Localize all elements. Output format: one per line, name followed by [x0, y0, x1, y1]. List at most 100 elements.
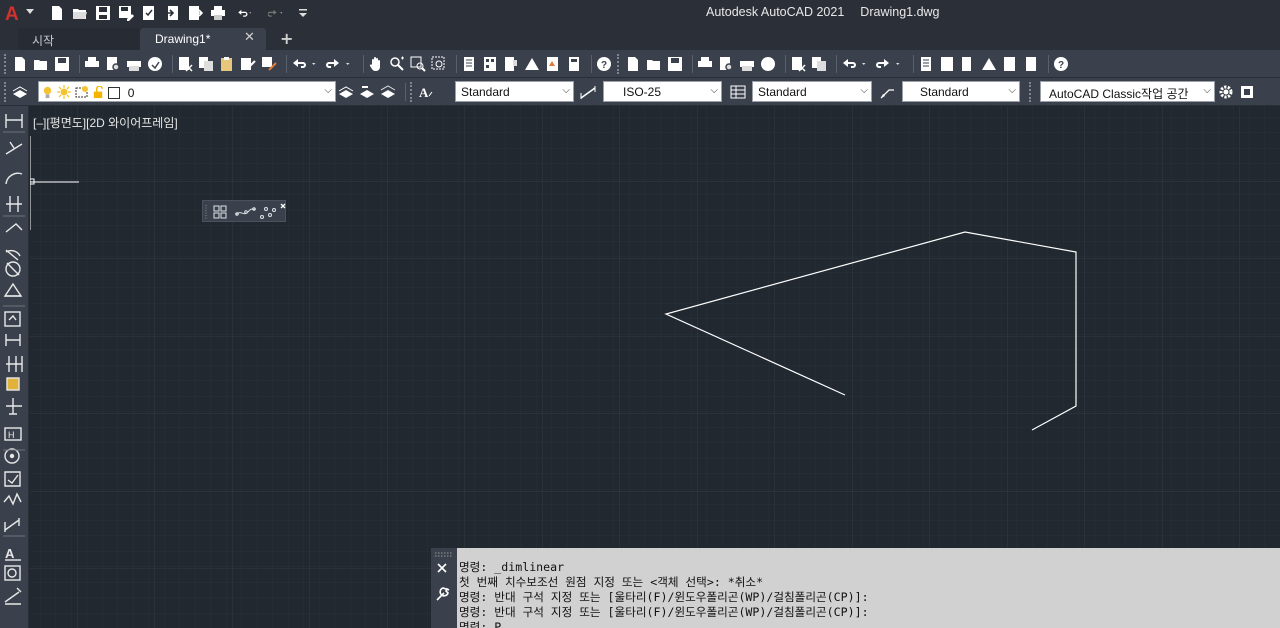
qnew-icon[interactable]	[625, 56, 641, 72]
close-tab-icon[interactable]: ✕	[244, 30, 255, 45]
close-command-line-icon[interactable]	[437, 563, 447, 573]
calculator-icon[interactable]	[566, 56, 582, 72]
plot-preview-icon[interactable]	[718, 56, 734, 72]
layer-state-icon[interactable]	[380, 84, 396, 100]
layer-unlock-icon[interactable]	[92, 85, 105, 99]
block-editor-icon[interactable]	[261, 56, 277, 72]
pan-icon[interactable]	[368, 56, 384, 72]
toolbar-grip-icon[interactable]	[4, 82, 8, 102]
toolbar-grip-icon[interactable]	[1029, 82, 1033, 102]
markup-icon[interactable]	[545, 56, 561, 72]
workspace-dropdown[interactable]: AutoCAD Classic작업 공간 ⌵	[1040, 81, 1215, 102]
calculator-icon[interactable]	[1023, 56, 1039, 72]
redo-icon[interactable]	[263, 4, 289, 22]
redo-dropdown-icon[interactable]	[346, 56, 354, 72]
new-tab-icon[interactable]: +	[280, 29, 293, 48]
text-style-value: Standard	[461, 85, 510, 99]
table-style-dropdown[interactable]: Standard ⌵	[752, 81, 872, 102]
save-file-icon[interactable]	[54, 56, 70, 72]
help-icon[interactable]: ?	[596, 56, 612, 72]
new-icon[interactable]	[48, 4, 66, 22]
tool-palettes-icon[interactable]	[960, 56, 976, 72]
sheet-set-icon[interactable]	[981, 56, 997, 72]
text-style-icon[interactable]: A	[418, 84, 434, 100]
tool-palettes-icon[interactable]	[503, 56, 519, 72]
clean-screen-icon[interactable]	[1239, 84, 1255, 100]
autocad-logo-icon[interactable]: A	[2, 2, 24, 24]
markup-icon[interactable]	[1002, 56, 1018, 72]
paste-icon[interactable]	[219, 56, 235, 72]
toolbar-grip-icon[interactable]	[617, 54, 621, 74]
cut-icon[interactable]	[790, 56, 806, 72]
save-icon[interactable]	[94, 4, 112, 22]
open-icon[interactable]	[71, 4, 89, 22]
layer-viewport-freeze-icon[interactable]	[75, 85, 89, 99]
title-bar: A Autodesk AutoCAD 2021 Drawing1.dwg	[0, 0, 1280, 26]
tab-start[interactable]: 시작	[18, 28, 146, 50]
table-style-icon[interactable]	[730, 84, 746, 100]
properties-icon[interactable]	[461, 56, 477, 72]
redo-tb-icon[interactable]	[875, 56, 891, 72]
spline-points-icon[interactable]	[235, 207, 256, 216]
layer-previous-icon[interactable]	[359, 84, 375, 100]
zoom-previous-icon[interactable]	[431, 56, 447, 72]
qnew-icon[interactable]	[12, 56, 28, 72]
fit-points-icon[interactable]	[260, 207, 276, 219]
layer-on-icon[interactable]	[41, 86, 54, 99]
sheet-set-icon[interactable]	[524, 56, 540, 72]
design-center-icon[interactable]	[939, 56, 955, 72]
print-icon[interactable]	[209, 4, 227, 22]
customize-icon[interactable]	[294, 4, 312, 22]
open-file-icon[interactable]	[646, 56, 662, 72]
match-properties-icon[interactable]	[240, 56, 256, 72]
command-line-grip-icon[interactable]	[435, 552, 453, 557]
dimension-style-dropdown[interactable]: ISO-25 ⌵	[603, 81, 722, 102]
toolbar-grip-icon[interactable]	[410, 82, 414, 102]
3dprint-icon[interactable]	[147, 56, 163, 72]
zoom-realtime-icon[interactable]	[389, 56, 405, 72]
dimension-style-icon[interactable]	[580, 84, 596, 100]
open-file-icon[interactable]	[33, 56, 49, 72]
layer-properties-icon[interactable]	[12, 84, 28, 100]
properties-icon[interactable]	[918, 56, 934, 72]
app-menu-arrow-icon[interactable]	[26, 9, 34, 15]
plot-preview-icon[interactable]	[105, 56, 121, 72]
undo-dropdown-icon[interactable]	[312, 56, 320, 72]
undo-tb-icon[interactable]	[841, 56, 857, 72]
multileader-style-dropdown[interactable]: Standard ⌵	[902, 81, 1020, 102]
layer-thaw-icon[interactable]	[57, 85, 72, 99]
viewport-controls-label[interactable]: [–][평면도][2D 와이어프레임]	[33, 114, 178, 131]
copy-icon[interactable]	[811, 56, 827, 72]
multileader-style-icon[interactable]	[879, 84, 895, 100]
plot-icon[interactable]	[84, 56, 100, 72]
make-current-layer-icon[interactable]	[338, 84, 354, 100]
command-history-panel[interactable]: 명령: _dimlinear 첫 번째 치수보조선 원점 지정 또는 <객체 선…	[457, 548, 1280, 628]
customize-command-line-wrench-icon[interactable]	[436, 587, 450, 601]
grid-view-icon[interactable]	[213, 205, 227, 219]
close-floating-toolbar-icon[interactable]	[280, 203, 286, 209]
plot-publish-icon[interactable]	[140, 4, 158, 22]
redo-dropdown-icon[interactable]	[896, 56, 904, 72]
undo-dropdown-icon[interactable]	[862, 56, 870, 72]
toolbar-grip-icon[interactable]	[4, 54, 8, 74]
save-as-icon[interactable]	[117, 4, 135, 22]
save-file-icon[interactable]	[667, 56, 683, 72]
help-icon[interactable]: ?	[1053, 56, 1069, 72]
plot-icon[interactable]	[697, 56, 713, 72]
layer-color-swatch[interactable]	[108, 87, 121, 99]
export-icon[interactable]	[186, 4, 204, 22]
cut-icon[interactable]	[177, 56, 193, 72]
workspace-settings-gear-icon[interactable]	[1218, 84, 1234, 100]
text-style-dropdown[interactable]: Standard ⌵	[455, 81, 574, 102]
publish-icon[interactable]	[739, 56, 755, 72]
zoom-window-icon[interactable]	[410, 56, 426, 72]
redo-tb-icon[interactable]	[325, 56, 341, 72]
undo-icon[interactable]	[232, 4, 258, 22]
3dprint-icon[interactable]	[760, 56, 776, 72]
copy-icon[interactable]	[198, 56, 214, 72]
publish-icon[interactable]	[126, 56, 142, 72]
design-center-icon[interactable]	[482, 56, 498, 72]
undo-tb-icon[interactable]	[291, 56, 307, 72]
layer-dropdown[interactable]: 0 ⌵	[38, 81, 336, 102]
import-icon[interactable]	[163, 4, 181, 22]
